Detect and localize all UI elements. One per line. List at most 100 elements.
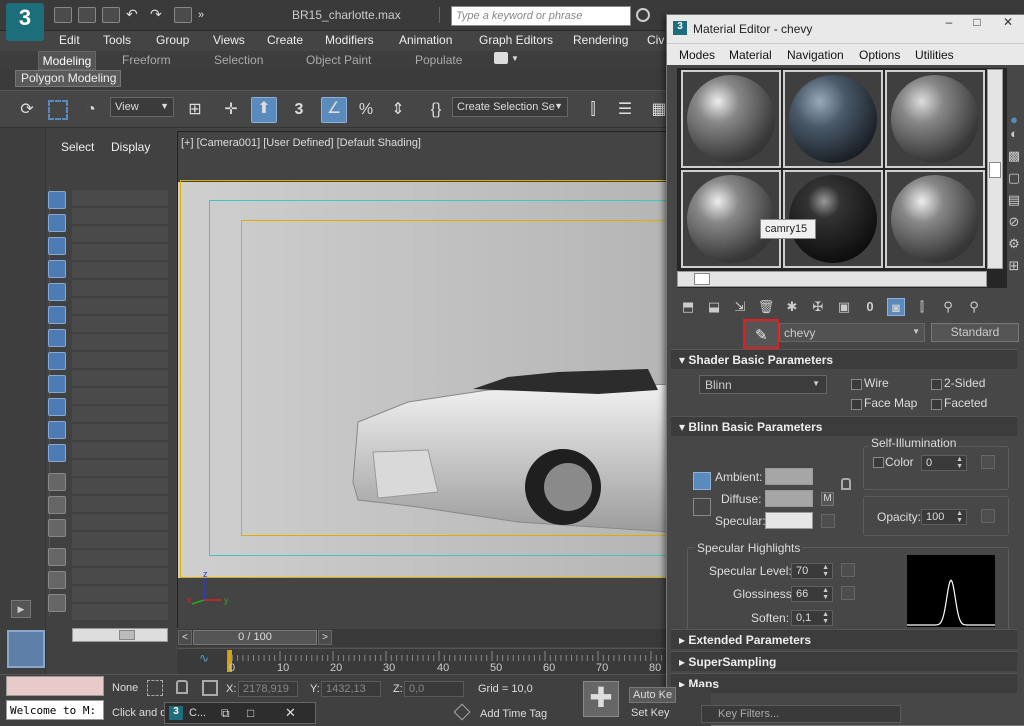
- list-row[interactable]: [72, 424, 168, 441]
- filter-visible-icon[interactable]: [48, 444, 66, 462]
- x-coord-field[interactable]: 2178,919: [238, 681, 298, 697]
- tab-modeling[interactable]: Modeling: [38, 51, 96, 70]
- scrollbar-thumb[interactable]: [119, 630, 135, 640]
- set-key-button[interactable]: Set Key: [631, 707, 670, 719]
- two-sided-checkbox[interactable]: [931, 379, 942, 390]
- filter-shapes-icon[interactable]: [48, 214, 66, 232]
- tab-populate[interactable]: Populate: [415, 53, 462, 67]
- self-illum-map-button[interactable]: [981, 455, 995, 469]
- material-name-field[interactable]: chevy ▼: [779, 323, 925, 342]
- folder-icon[interactable]: [48, 594, 66, 612]
- lock-selection-icon[interactable]: [176, 680, 188, 694]
- time-slider[interactable]: 0 / 100: [193, 630, 317, 645]
- list-row[interactable]: [72, 280, 168, 297]
- sample-slot-6[interactable]: [885, 170, 985, 268]
- list-row[interactable]: [72, 208, 168, 225]
- expand-panel-button[interactable]: ▶: [11, 600, 31, 618]
- make-preview-icon[interactable]: ⊘: [1005, 213, 1023, 231]
- lock-icon[interactable]: [841, 478, 851, 490]
- list-row[interactable]: [72, 532, 168, 549]
- filter-geometry-icon[interactable]: [48, 191, 66, 209]
- sample-horizontal-scrollbar[interactable]: [677, 271, 987, 287]
- diffuse-color-swatch[interactable]: [765, 490, 813, 507]
- overflow-chevron-icon[interactable]: »: [198, 9, 204, 21]
- list-row[interactable]: [72, 388, 168, 405]
- funnel-icon[interactable]: [48, 571, 66, 589]
- tab-object-paint[interactable]: Object Paint: [306, 53, 371, 67]
- filter-lights-icon[interactable]: [48, 237, 66, 255]
- list-row[interactable]: [72, 514, 168, 531]
- specular-level-spinner[interactable]: 70 ▲ ▼: [791, 563, 833, 579]
- undo-icon[interactable]: ↶: [126, 7, 144, 23]
- rollout-maps[interactable]: ▸ Maps: [671, 673, 1017, 693]
- wire-checkbox[interactable]: [851, 379, 862, 390]
- list-row[interactable]: [72, 190, 168, 207]
- add-time-tag[interactable]: Add Time Tag: [480, 708, 547, 720]
- list-row[interactable]: [72, 298, 168, 315]
- material-id-channel-icon[interactable]: ▣: [835, 298, 853, 316]
- align-icon[interactable]: ☰: [614, 99, 636, 121]
- list-row[interactable]: [72, 442, 168, 459]
- isolate-selection-icon[interactable]: [147, 680, 163, 696]
- list-row[interactable]: [72, 334, 168, 351]
- redo-icon[interactable]: ↷: [150, 7, 168, 23]
- blank-page-icon[interactable]: [48, 496, 66, 514]
- reference-coord-dropdown[interactable]: View ▼: [110, 97, 174, 117]
- rollout-shader-basic[interactable]: ▾ Shader Basic Parameters: [671, 349, 1017, 369]
- opacity-spinner[interactable]: 100 ▲ ▼: [921, 509, 967, 525]
- filter-groups-icon[interactable]: [48, 329, 66, 347]
- save-file-icon[interactable]: [102, 7, 120, 23]
- specular-level-map-button[interactable]: [841, 563, 855, 577]
- next-frame-button[interactable]: >: [318, 630, 332, 645]
- select-region-icon[interactable]: [48, 100, 68, 120]
- show-end-result-icon[interactable]: ⫿: [913, 298, 931, 316]
- undo-scene-icon[interactable]: ⟳: [16, 99, 38, 121]
- show-in-viewport-icon[interactable]: ◙: [887, 298, 905, 316]
- pivot-center-icon[interactable]: ⊞: [184, 99, 206, 121]
- scrollbar-thumb[interactable]: [694, 273, 710, 285]
- filter-particles-icon[interactable]: [48, 421, 66, 439]
- assign-to-selection-icon[interactable]: ⇲: [731, 298, 749, 316]
- sample-vertical-scrollbar[interactable]: [987, 69, 1003, 269]
- select-manipulate-icon[interactable]: ⬆: [251, 97, 277, 123]
- tab-selection[interactable]: Selection: [214, 53, 263, 67]
- maximize-icon[interactable]: □: [247, 706, 254, 720]
- specular-color-swatch[interactable]: [765, 512, 813, 529]
- list-row[interactable]: [72, 550, 168, 567]
- sample-uv-tiling-icon[interactable]: ▢: [1005, 169, 1023, 187]
- get-material-icon[interactable]: ⬒: [679, 298, 697, 316]
- viewport-layout-thumbnail[interactable]: [7, 630, 45, 668]
- put-to-library-icon[interactable]: ✠: [809, 298, 827, 316]
- minimize-icon[interactable]: –: [935, 15, 963, 35]
- z-coord-field[interactable]: 0,0: [404, 681, 464, 697]
- sample-slot-2[interactable]: [783, 70, 883, 168]
- face-map-checkbox[interactable]: [851, 399, 862, 410]
- self-illum-color-checkbox[interactable]: [873, 457, 884, 468]
- opacity-map-button[interactable]: [981, 509, 995, 523]
- menu-rendering[interactable]: Rendering: [573, 33, 628, 47]
- list-row[interactable]: [72, 496, 168, 513]
- glossiness-spinner[interactable]: 66 ▲ ▼: [791, 586, 833, 602]
- menu-civil-view[interactable]: Civ: [647, 33, 664, 47]
- menu-options[interactable]: Options: [859, 48, 900, 62]
- edit-named-selection-icon[interactable]: {}: [425, 99, 447, 121]
- list-row[interactable]: [72, 262, 168, 279]
- tab-freeform[interactable]: Freeform: [122, 53, 171, 67]
- pick-material-eyedropper-icon[interactable]: ✎: [743, 319, 779, 349]
- faceted-checkbox[interactable]: [931, 399, 942, 410]
- document-icon[interactable]: [48, 519, 66, 537]
- list-row[interactable]: [72, 460, 168, 477]
- maxscript-listener[interactable]: [6, 676, 104, 696]
- menu-material[interactable]: Material: [729, 48, 772, 62]
- select-object-icon[interactable]: ◔: [80, 99, 102, 121]
- scrollbar-thumb[interactable]: [989, 162, 1001, 178]
- rollout-supersampling[interactable]: ▸ SuperSampling: [671, 651, 1017, 671]
- lock-ambient-diffuse-icon[interactable]: [693, 472, 711, 490]
- maxscript-output[interactable]: Welcome to M:: [6, 700, 104, 720]
- horizontal-scrollbar[interactable]: [72, 628, 168, 642]
- filter-bones-icon[interactable]: [48, 375, 66, 393]
- spinner-snap-icon[interactable]: ⇕: [387, 99, 409, 121]
- menu-navigation[interactable]: Navigation: [787, 48, 844, 62]
- list-row[interactable]: [72, 406, 168, 423]
- filter-containers-icon[interactable]: [48, 398, 66, 416]
